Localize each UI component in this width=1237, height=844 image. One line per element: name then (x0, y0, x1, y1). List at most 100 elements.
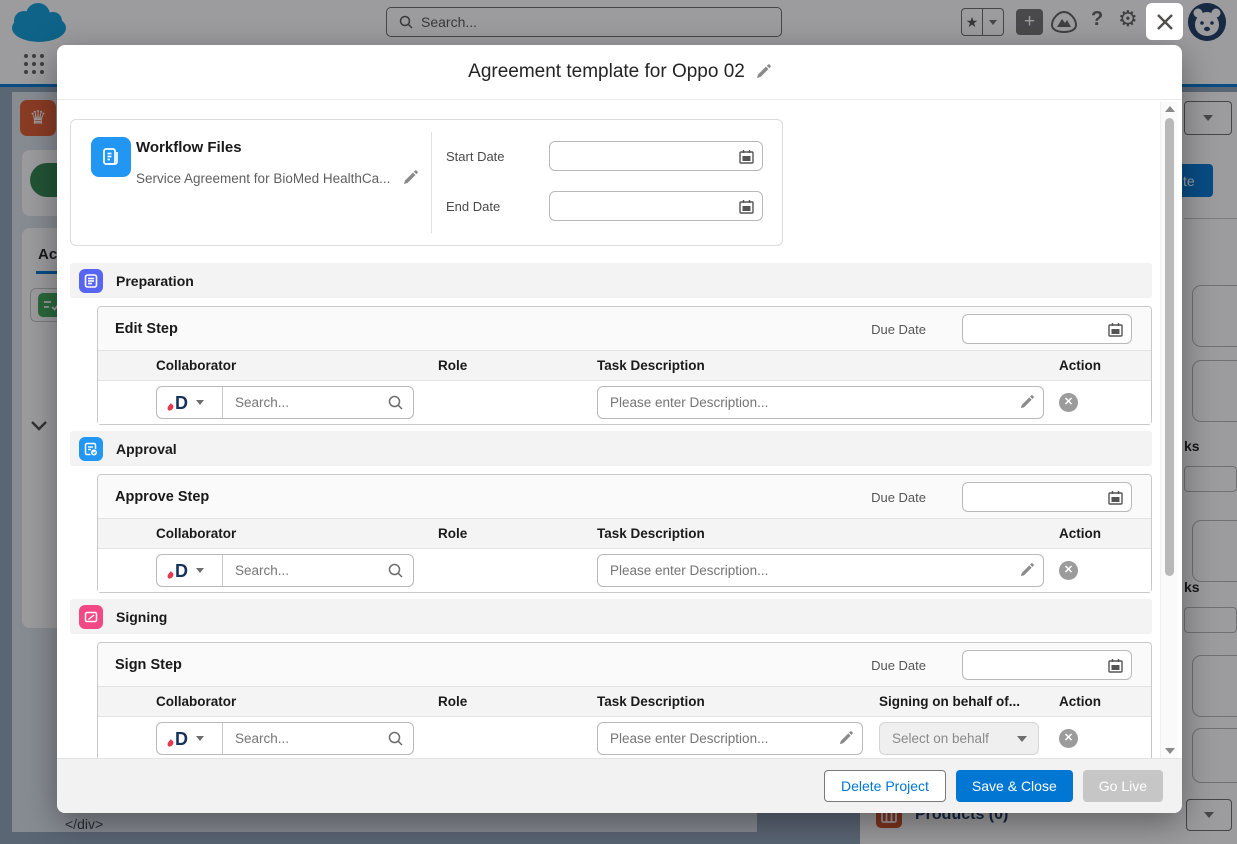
search-icon (388, 731, 403, 746)
remove-row-icon[interactable]: ✕ (1059, 729, 1078, 748)
dealhub-logo-icon: D (175, 562, 188, 580)
start-date-input[interactable] (549, 141, 763, 171)
col-action: Action (1059, 694, 1101, 709)
section-preparation: Preparation (70, 263, 1152, 298)
modal-scrollbar[interactable] (1160, 102, 1177, 758)
col-role: Role (438, 694, 467, 709)
remove-row-icon[interactable]: ✕ (1059, 393, 1078, 412)
sign-step-header: Sign Step Due Date (98, 643, 1151, 687)
due-date-label: Due Date (871, 322, 926, 337)
approval-icon (79, 437, 103, 461)
calendar-icon (1108, 322, 1123, 337)
step-title: Edit Step (115, 321, 178, 337)
dropdown-caret-icon (196, 736, 204, 741)
col-signing-on-behalf: Signing on behalf of... (879, 694, 1020, 709)
preparation-icon (79, 269, 103, 293)
modal-header: Agreement template for Oppo 02 (57, 45, 1182, 100)
signing-on-behalf-dropdown[interactable]: Select on behalf (879, 722, 1039, 755)
save-close-button[interactable]: Save & Close (956, 770, 1073, 802)
col-task-description: Task Description (597, 526, 705, 541)
workflow-file-row: Service Agreement for BioMed HealthCa... (136, 170, 418, 186)
column-headers: Collaborator Role Task Description Signi… (98, 687, 1151, 717)
search-icon (388, 395, 403, 410)
due-date-input[interactable] (962, 482, 1132, 512)
collaborator-search-input[interactable] (223, 731, 388, 746)
edit-pencil-icon[interactable] (1019, 563, 1034, 578)
agreement-template-modal: Agreement template for Oppo 02 Workflow … (57, 45, 1182, 813)
collaborator-row: D ✕ (98, 549, 1151, 592)
dropdown-caret-icon (196, 400, 204, 405)
column-headers: Collaborator Role Task Description Actio… (98, 519, 1151, 549)
close-icon[interactable] (1146, 3, 1183, 40)
workflow-file-name: Service Agreement for BioMed HealthCa... (136, 171, 390, 186)
edit-title-pencil-icon[interactable] (755, 64, 771, 80)
col-role: Role (438, 526, 467, 541)
end-date-label: End Date (446, 199, 500, 214)
due-date-input[interactable] (962, 650, 1132, 680)
section-approval: Approval (70, 431, 1152, 466)
scroll-down-arrow-icon[interactable] (1165, 748, 1175, 754)
approve-step-box: Approve Step Due Date Collaborator Role … (97, 474, 1152, 593)
column-headers: Collaborator Role Task Description Actio… (98, 351, 1151, 381)
collaborator-source-dropdown[interactable]: D (157, 387, 223, 418)
task-description-input[interactable] (598, 731, 838, 746)
edit-step-box: Edit Step Due Date Collaborator Role Tas… (97, 306, 1152, 425)
step-title: Sign Step (115, 657, 182, 673)
divider (431, 132, 432, 233)
collaborator-row: D Select on behalf ✕ (98, 717, 1151, 758)
sign-step-box: Sign Step Due Date Collaborator Role Tas… (97, 642, 1152, 758)
calendar-icon (1108, 658, 1123, 673)
task-description-field (597, 554, 1044, 587)
collaborator-source-dropdown[interactable]: D (157, 555, 223, 586)
due-date-input[interactable] (962, 314, 1132, 344)
task-description-input[interactable] (598, 395, 1019, 410)
end-date-input[interactable] (549, 191, 763, 221)
collaborator-picker: D (156, 722, 414, 755)
edit-pencil-icon[interactable] (1019, 395, 1034, 410)
section-signing-label: Signing (116, 609, 167, 625)
edit-step-header: Edit Step Due Date (98, 307, 1151, 351)
calendar-icon (1108, 490, 1123, 505)
search-icon (388, 563, 403, 578)
remove-row-icon[interactable]: ✕ (1059, 561, 1078, 580)
col-collaborator: Collaborator (156, 694, 236, 709)
dealhub-logo-icon: D (175, 730, 188, 748)
collaborator-search-input[interactable] (223, 563, 388, 578)
section-preparation-label: Preparation (116, 273, 194, 289)
go-live-button[interactable]: Go Live (1083, 770, 1163, 802)
col-task-description: Task Description (597, 358, 705, 373)
due-date-label: Due Date (871, 490, 926, 505)
collaborator-source-dropdown[interactable]: D (157, 723, 223, 754)
col-action: Action (1059, 526, 1101, 541)
col-task-description: Task Description (597, 694, 705, 709)
due-date-label: Due Date (871, 658, 926, 673)
behalf-placeholder: Select on behalf (880, 731, 1017, 746)
collaborator-search-input[interactable] (223, 395, 388, 410)
workflow-files-icon (91, 137, 131, 177)
delete-project-button[interactable]: Delete Project (824, 770, 946, 802)
edit-pencil-icon[interactable] (838, 731, 853, 746)
col-collaborator: Collaborator (156, 526, 236, 541)
scroll-up-arrow-icon[interactable] (1165, 106, 1175, 112)
approve-step-header: Approve Step Due Date (98, 475, 1151, 519)
modal-footer: Delete Project Save & Close Go Live (57, 758, 1182, 813)
task-description-field (597, 386, 1044, 419)
signing-icon (79, 605, 103, 629)
calendar-icon (739, 149, 754, 164)
step-title: Approve Step (115, 489, 209, 505)
task-description-input[interactable] (598, 563, 1019, 578)
start-date-label: Start Date (446, 149, 505, 164)
modal-title: Agreement template for Oppo 02 (468, 61, 745, 83)
workflow-files-title: Workflow Files (136, 139, 242, 156)
col-action: Action (1059, 358, 1101, 373)
dropdown-caret-icon (1017, 736, 1027, 742)
modal-body: Workflow Files Service Agreement for Bio… (57, 101, 1182, 758)
col-collaborator: Collaborator (156, 358, 236, 373)
edit-file-pencil-icon[interactable] (402, 170, 418, 186)
dropdown-caret-icon (196, 568, 204, 573)
dealhub-logo-icon: D (175, 394, 188, 412)
workflow-files-card: Workflow Files Service Agreement for Bio… (70, 119, 783, 246)
scrollbar-thumb[interactable] (1165, 118, 1174, 576)
collaborator-row: D ✕ (98, 381, 1151, 424)
section-signing: Signing (70, 599, 1152, 634)
